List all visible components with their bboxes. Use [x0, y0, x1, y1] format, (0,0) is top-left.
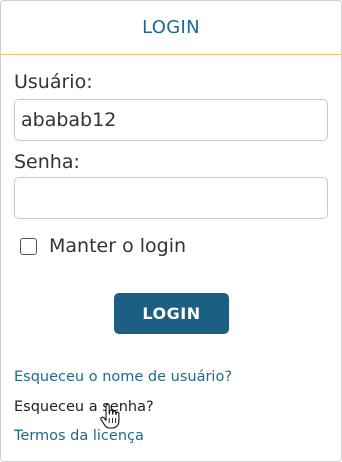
- username-input[interactable]: [14, 99, 328, 141]
- password-label: Senha:: [14, 151, 80, 173]
- login-button[interactable]: LOGIN: [114, 293, 229, 334]
- remember-login-checkbox[interactable]: [20, 237, 37, 255]
- panel-title: LOGIN: [142, 17, 200, 38]
- license-terms-link[interactable]: Termos da licença: [14, 428, 144, 444]
- remember-login-label[interactable]: Manter o login: [49, 235, 186, 257]
- panel-header: LOGIN: [1, 1, 341, 55]
- username-label: Usuário:: [14, 71, 93, 93]
- forgot-username-link[interactable]: Esqueceu o nome de usuário?: [14, 369, 232, 385]
- remember-login-row[interactable]: Manter o login: [20, 235, 186, 257]
- forgot-password-link[interactable]: Esqueceu a senha?: [14, 399, 154, 415]
- hand-pointer-icon: [100, 404, 120, 429]
- login-panel: LOGIN Usuário: Senha: Manter o login LOG…: [0, 0, 342, 462]
- password-input[interactable]: [14, 177, 328, 219]
